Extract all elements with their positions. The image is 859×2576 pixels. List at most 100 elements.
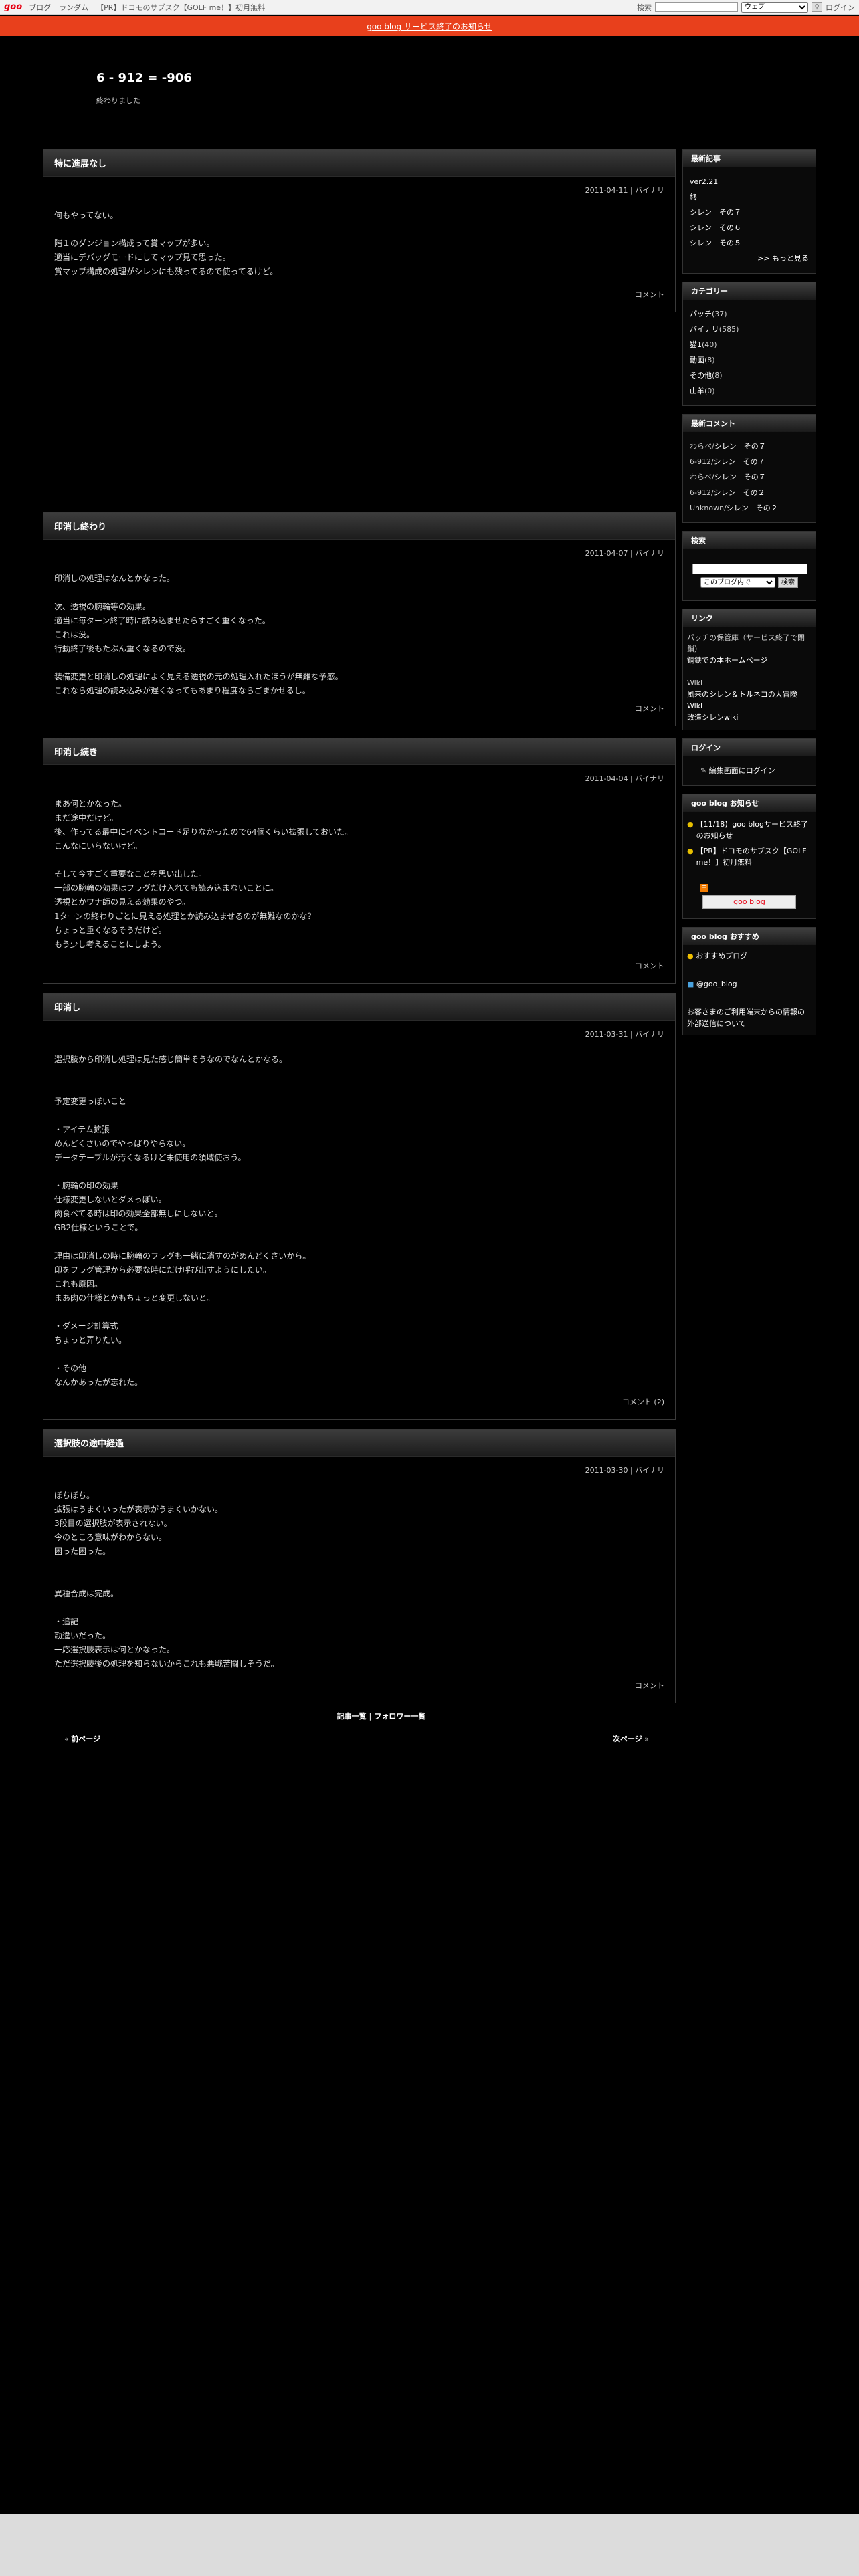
search-input[interactable] <box>655 2 738 12</box>
category-link[interactable]: 山羊 <box>690 387 704 395</box>
category-widget: カテゴリー パッチ(37) バイナリ(585) 猫1(40) 動画(8) その他… <box>682 282 816 406</box>
post-title[interactable]: 印消し終わり <box>43 513 675 540</box>
post-line <box>54 1559 664 1573</box>
post-line: ちょっと弄りたい。 <box>54 1335 127 1345</box>
blog-search-widget: 検索 このブログ内で 検索 <box>682 531 816 601</box>
post-line: ちょっと重くなるそうだけど。 <box>54 926 167 935</box>
post-title[interactable]: 選択肢の途中経過 <box>43 1430 675 1457</box>
post-meta: 2011-04-11 | バイナリ <box>585 186 664 195</box>
topbar-link-pr[interactable]: 【PR】ドコモのサブスク【GOLF me！】初月無料 <box>96 2 265 13</box>
recent-post-link[interactable]: ver2.21 <box>690 177 718 186</box>
recent-post-link[interactable]: シレン その６ <box>690 223 741 232</box>
category-link[interactable]: 猫1 <box>690 340 702 349</box>
post-line: 理由は印消しの時に腕輪のフラグも一緒に消すのがめんどくさいから。 <box>54 1251 311 1261</box>
topbar-search: 検索 ウェブ ⚲ ログイン <box>637 1 855 13</box>
post-line: 困った困った。 <box>54 1547 111 1556</box>
search-scope-select[interactable]: ウェブ <box>741 1 808 13</box>
post-line: 装備変更と印消しの処理によく見える透視の元の処理入れたほうが無難な予感。 <box>54 672 343 681</box>
post-body: 何もやってない。 階１のダンジョン構成って賞マップが多い。 適当にデバッグモードにし… <box>43 195 675 279</box>
recent-post-link[interactable]: シレン その５ <box>690 239 741 247</box>
external-link[interactable]: 鋼鉄での本ホームページ <box>687 656 767 665</box>
post-title[interactable]: 特に進展なし <box>43 150 675 177</box>
recommend-blog-link[interactable]: おすすめブログ <box>696 952 747 960</box>
post-body: ぼちぼち。 拡張はうまくいったが表示がうまくいかない。 3段目の選択肢が表示されない… <box>43 1475 675 1671</box>
post-line <box>54 1081 664 1095</box>
post-line: なんかあったが忘れた。 <box>54 1378 143 1387</box>
category-link[interactable]: バイナリ <box>690 325 719 334</box>
category-link[interactable]: パッチ <box>690 310 712 318</box>
post-line: 選択肢から印消し処理は見た感じ簡単そうなのでなんとかなる。 <box>54 1055 288 1064</box>
rss-icon[interactable]: ☰ <box>700 884 708 892</box>
post-line: ・アイテム拡張 <box>54 1125 110 1134</box>
post-line: そして今すごく重要なことを思い出した。 <box>54 869 207 879</box>
bulb-icon: ● <box>687 952 694 960</box>
prev-page: « 前ページ <box>64 1735 101 1743</box>
category-link[interactable]: 動画 <box>690 356 704 364</box>
topbar-link-blog[interactable]: ブログ <box>29 2 51 13</box>
goo-logo[interactable]: goo <box>4 2 22 12</box>
twitter-link[interactable]: @goo_blog <box>696 980 737 988</box>
more-posts-link[interactable]: >> もっと見る <box>757 254 809 263</box>
news-link[interactable]: 【11/18】goo blogサービス終了のお知らせ <box>696 819 812 841</box>
post-line: 勘違いだった。 <box>54 1631 111 1640</box>
post-line: 印消しの処理はなんとかなった。 <box>54 574 175 583</box>
post-entry: 印消し続き 2011-04-04 | バイナリ まあ何とかなった。 まだ途中だけど… <box>43 738 676 984</box>
post-line: こんなにいらないけど。 <box>54 841 142 851</box>
comment-author: 6-912/ <box>690 457 714 466</box>
category-count: (8) <box>704 356 715 364</box>
follower-list-link[interactable]: フォロワー一覧 <box>374 1712 425 1721</box>
post-title[interactable]: 印消し <box>43 994 675 1021</box>
category-count: (37) <box>712 310 727 318</box>
comment-link[interactable]: コメント <box>635 703 664 714</box>
post-line: 一応選択肢表示は何とかなった。 <box>54 1645 175 1654</box>
post-line: ・腕輪の印の効果 <box>54 1181 119 1190</box>
external-link[interactable]: 風来のシレン＆トルネコの大冒険 Wiki <box>687 690 797 710</box>
post-line: 3段目の選択肢が表示されない。 <box>54 1519 172 1528</box>
blog-title[interactable]: 6 - 912 = -906 <box>96 71 192 85</box>
all-posts-link[interactable]: 記事一覧 <box>337 1712 367 1721</box>
goo-blog-button[interactable]: goo blog <box>702 895 796 909</box>
comment-link[interactable]: コメント <box>635 1680 664 1691</box>
comment-post-link[interactable]: シレン その２ <box>714 488 765 497</box>
comment-link[interactable]: コメント <box>635 960 664 971</box>
post-line: ただ選択肢後の処理を知らないからこれも悪戦苦闘しそうだ。 <box>54 1659 279 1669</box>
post-title[interactable]: 印消し続き <box>43 738 675 765</box>
comment-post-link[interactable]: シレン その７ <box>714 457 765 466</box>
next-page-link[interactable]: 次ページ <box>613 1735 642 1743</box>
comment-link[interactable]: コメント <box>635 289 664 300</box>
comment-post-link[interactable]: シレン その７ <box>714 473 766 481</box>
post-line <box>54 1235 664 1249</box>
post-body: 選択肢から印消し処理は見た感じ簡単そうなのでなんとかなる。 予定変更っぽいこと ・ア… <box>43 1039 675 1390</box>
post-line: 賞マップ構成の処理がシレンにも残ってるので使ってるけど。 <box>54 267 278 276</box>
comment-post-link[interactable]: シレン その７ <box>714 442 766 451</box>
service-notice-link[interactable]: goo blog サービス終了のお知らせ <box>367 21 492 32</box>
blog-search-button[interactable]: 検索 <box>778 577 798 588</box>
recent-post-link[interactable]: シレン その７ <box>690 208 741 217</box>
news-link[interactable]: 【PR】ドコモのサブスク【GOLF me！】初月無料 <box>696 845 812 868</box>
recent-post-link[interactable]: 終 <box>690 193 697 201</box>
topbar-link-random[interactable]: ランダム <box>59 2 88 13</box>
post-line <box>54 1165 664 1179</box>
blog-search-scope[interactable]: このブログ内で <box>700 577 775 588</box>
comment-link[interactable]: コメント (2) <box>622 1396 664 1407</box>
widget-title: 最新コメント <box>683 415 816 432</box>
post-meta: 2011-03-30 | バイナリ <box>585 1466 664 1475</box>
comment-post-link[interactable]: シレン その２ <box>727 504 778 512</box>
post-line: もう少し考えることにしよう。 <box>54 940 166 949</box>
prev-page-link[interactable]: 前ページ <box>71 1735 100 1743</box>
post-entry: 印消し 2011-03-31 | バイナリ 選択肢から印消し処理は見た感じ簡単そ… <box>43 993 676 1420</box>
magnifier-icon[interactable]: ⚲ <box>812 2 822 12</box>
post-entry: 選択肢の途中経過 2011-03-30 | バイナリ ぼちぼち。 拡張はうまくいっ… <box>43 1429 676 1703</box>
comment-author: わらべ/ <box>690 473 714 481</box>
login-link[interactable]: ログイン <box>826 2 855 13</box>
privacy-link[interactable]: お客さまのご利用端末からの情報の外部送信について <box>687 1008 805 1028</box>
post-line <box>54 586 664 600</box>
post-line <box>54 223 664 237</box>
external-link[interactable]: 改造シレンwiki <box>687 713 738 722</box>
post-line: GB2仕様ということで。 <box>54 1223 143 1232</box>
category-link[interactable]: その他 <box>690 371 712 380</box>
links-note: パッチの保管庫（サービス終了で閉鎖） <box>687 633 805 653</box>
widget-title: 検索 <box>683 532 816 549</box>
blog-search-input[interactable] <box>692 564 807 574</box>
edit-login-link[interactable]: 編集画面にログイン <box>709 766 775 775</box>
